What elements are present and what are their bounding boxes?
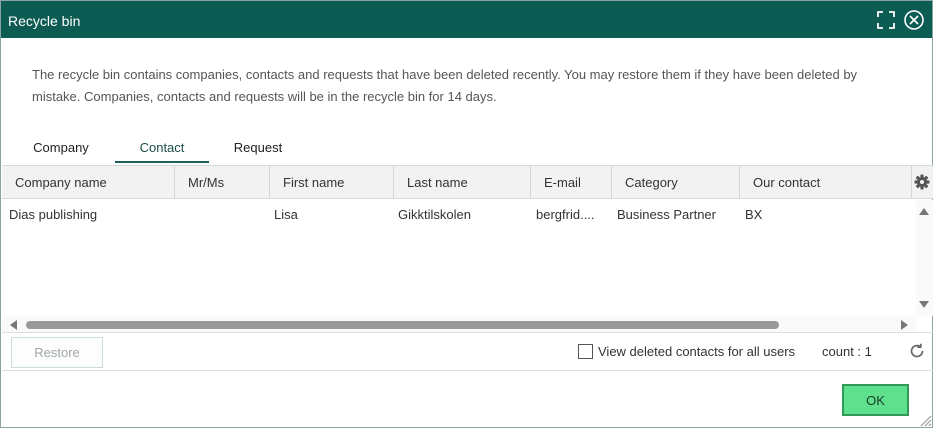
tab-request[interactable]: Request xyxy=(218,137,298,163)
window-title: Recycle bin xyxy=(8,13,81,29)
horizontal-scroll-thumb[interactable] xyxy=(26,321,779,329)
resize-grip-icon[interactable] xyxy=(916,411,932,427)
column-header-our-contact[interactable]: Our contact xyxy=(740,166,912,199)
column-header-mr-ms[interactable]: Mr/Ms xyxy=(175,166,270,199)
column-header-first-name[interactable]: First name xyxy=(270,166,394,199)
contacts-table: Company name Mr/Ms First name Last name … xyxy=(2,165,933,333)
ok-button[interactable]: OK xyxy=(842,384,909,416)
refresh-icon[interactable] xyxy=(908,342,926,360)
scroll-left-arrow-icon[interactable] xyxy=(10,320,17,330)
gear-icon[interactable] xyxy=(912,171,932,193)
cell-mr-ms xyxy=(188,200,268,229)
scroll-right-arrow-icon[interactable] xyxy=(901,320,908,330)
restore-button[interactable]: Restore xyxy=(11,337,103,368)
tab-company[interactable]: Company xyxy=(23,137,99,163)
close-icon[interactable] xyxy=(903,9,925,31)
horizontal-scrollbar[interactable] xyxy=(2,316,916,333)
record-count: count : 1 xyxy=(822,344,872,359)
view-all-users-label[interactable]: View deleted contacts for all users xyxy=(598,344,795,360)
divider xyxy=(2,332,933,333)
intro-text: The recycle bin contains companies, cont… xyxy=(32,67,858,104)
scroll-down-arrow-icon[interactable] xyxy=(919,301,929,308)
tab-contact[interactable]: Contact xyxy=(115,137,209,163)
column-header-category[interactable]: Category xyxy=(612,166,740,199)
column-header-company-name[interactable]: Company name xyxy=(2,166,175,199)
cell-last-name: Gikktilskolen xyxy=(398,207,471,222)
column-header-email[interactable]: E-mail xyxy=(531,166,612,199)
cell-our-contact: BX xyxy=(745,207,763,222)
view-all-users-checkbox[interactable] xyxy=(578,344,593,359)
divider xyxy=(2,370,933,371)
maximize-icon[interactable] xyxy=(875,9,897,31)
table-header: Company name Mr/Ms First name Last name … xyxy=(2,166,933,199)
title-bar[interactable]: Recycle bin xyxy=(1,1,932,38)
cell-email: bergfrid.... xyxy=(536,207,595,222)
table-row[interactable]: Dias publishing Lisa Gikktilskolen bergf… xyxy=(2,200,916,229)
cell-category: Business Partner xyxy=(617,207,716,222)
scroll-up-arrow-icon[interactable] xyxy=(919,208,929,215)
recycle-bin-dialog: Recycle bin The recycle bin contains com… xyxy=(0,0,933,428)
cell-first-name: Lisa xyxy=(274,207,298,222)
column-header-last-name[interactable]: Last name xyxy=(394,166,531,199)
vertical-scrollbar[interactable] xyxy=(916,200,933,316)
cell-company-name: Dias publishing xyxy=(9,207,98,222)
